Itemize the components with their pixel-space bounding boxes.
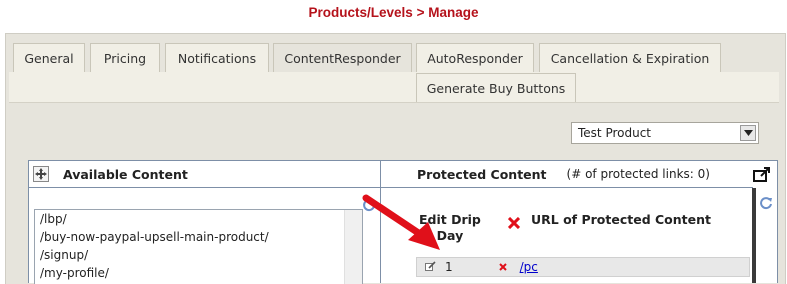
tab-autoresponder[interactable]: AutoResponder xyxy=(416,43,534,72)
header-divider xyxy=(381,187,753,188)
tab-cancellation-expiration[interactable]: Cancellation & Expiration xyxy=(539,43,721,72)
list-item[interactable]: /lbp/ xyxy=(35,210,362,228)
protected-links-count: (# of protected links: 0) xyxy=(566,167,710,181)
edit-icon[interactable] xyxy=(425,260,437,274)
product-select[interactable]: Test Product xyxy=(571,122,759,144)
delete-icon[interactable] xyxy=(498,260,507,274)
tab-general[interactable]: General xyxy=(13,43,85,72)
tab-label: ContentResponder xyxy=(284,50,401,66)
delete-icon xyxy=(507,214,521,233)
table-row: 1 /pc xyxy=(416,257,750,277)
protected-content-header: Protected Content (# of protected links:… xyxy=(381,161,777,187)
move-icon[interactable] xyxy=(33,166,49,182)
tab-label: Notifications xyxy=(177,50,257,66)
protected-scrollbar[interactable] xyxy=(752,188,756,283)
popout-icon[interactable] xyxy=(753,167,771,183)
tab-contentresponder[interactable]: ContentResponder xyxy=(273,43,412,72)
list-item[interactable]: /signup/ xyxy=(35,246,362,264)
dropdown-arrow-icon[interactable] xyxy=(740,125,756,141)
tab-label: Generate Buy Buttons xyxy=(426,80,566,96)
tab-generate-buy-buttons[interactable]: Generate Buy Buttons xyxy=(416,73,576,102)
refresh-icon[interactable] xyxy=(759,195,773,210)
tab-notifications[interactable]: Notifications xyxy=(165,43,269,72)
tab-label: AutoResponder xyxy=(427,50,523,66)
available-content-header: Available Content xyxy=(29,161,380,187)
list-item[interactable]: /my-profile/ xyxy=(35,264,362,282)
protected-content-title: Protected Content xyxy=(417,166,547,182)
drip-day-value: 1 xyxy=(445,260,453,274)
protected-url-link[interactable]: /pc xyxy=(520,260,538,274)
product-select-value: Test Product xyxy=(578,126,652,140)
tab-label: Cancellation & Expiration xyxy=(550,50,710,66)
tab-strip-row2 xyxy=(9,72,779,103)
arrow-icon xyxy=(362,194,440,250)
available-content-list[interactable]: /lbp/ /buy-now-paypal-upsell-main-produc… xyxy=(34,209,363,284)
list-item[interactable]: /buy-now-paypal-upsell-main-product/ xyxy=(35,228,362,246)
url-header: URL of Protected Content xyxy=(531,212,711,227)
page-title: Products/Levels > Manage xyxy=(308,5,479,20)
tab-label: General xyxy=(24,50,74,66)
header-divider xyxy=(29,187,380,188)
tab-label: Pricing xyxy=(103,50,147,66)
tab-pricing[interactable]: Pricing xyxy=(90,43,160,72)
available-content-box: Available Content /lbp/ /buy-now-paypal-… xyxy=(28,160,381,284)
available-content-title: Available Content xyxy=(63,166,188,182)
